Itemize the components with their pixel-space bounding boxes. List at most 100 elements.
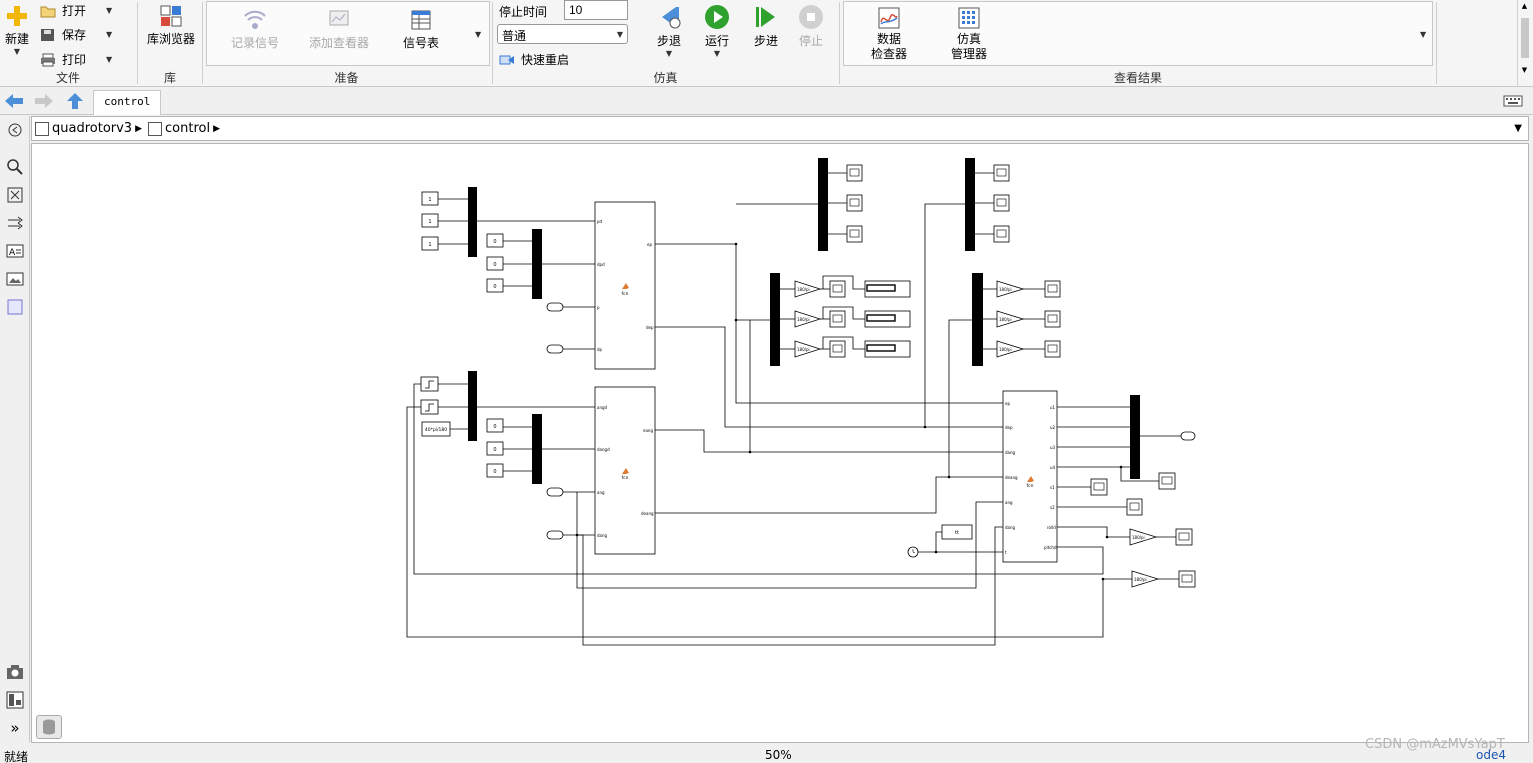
port-label: dpd	[597, 262, 605, 267]
run-label: 运行	[704, 34, 729, 48]
port-label: s2	[1050, 505, 1055, 510]
breadcrumb-item-quadrotorv3[interactable]: quadrotorv3 ▶	[35, 121, 142, 136]
port-label: dep	[646, 325, 654, 330]
hide-show-browser-icon[interactable]	[6, 121, 24, 139]
port-label: pd	[597, 219, 603, 224]
add-viewer-button[interactable]: 添加查看器	[303, 8, 375, 51]
port-label: dang	[597, 533, 608, 538]
keyboard-icon[interactable]	[1503, 95, 1523, 107]
open-label: 打开	[62, 4, 87, 18]
port-label: u3	[1050, 445, 1056, 450]
ribbon-scrollbar[interactable]: ▲ ▼	[1517, 0, 1531, 87]
gain-label: 180/pi	[999, 317, 1012, 322]
const-label: 0	[493, 262, 496, 268]
step-back-button[interactable]: 步退 ▼	[653, 4, 685, 58]
clock-icon	[907, 546, 919, 558]
solver-link[interactable]: ode4	[1476, 748, 1506, 762]
zoom-level[interactable]: 50%	[765, 748, 792, 762]
port-label: ep	[1005, 401, 1010, 406]
chevron-down-icon: ▼	[665, 49, 673, 58]
const-label: 0	[493, 284, 496, 290]
viewer-icon	[329, 10, 349, 26]
step-forward-button[interactable]: 步进	[750, 4, 782, 49]
signal-table-button[interactable]: 信号表	[391, 8, 451, 51]
status-bar: 就绪 50% CSDN @mAzMVsYapT ode4	[0, 737, 1533, 763]
scrollbar-thumb[interactable]	[1520, 18, 1529, 58]
zoom-icon[interactable]	[6, 158, 24, 176]
chevron-right-icon: ▶	[213, 123, 220, 134]
const-label: 1	[428, 242, 431, 248]
stop-label: 停止	[798, 34, 823, 48]
chevron-down-icon: ▼	[713, 49, 721, 58]
data-inspector-button[interactable]: 数据 检查器	[864, 6, 914, 62]
scroll-down-icon[interactable]: ▼	[1518, 66, 1531, 74]
image-icon[interactable]	[6, 270, 24, 288]
log-signals-button[interactable]: 记录信号	[225, 8, 285, 51]
stop-time-input[interactable]	[564, 0, 628, 20]
open-button[interactable]: 打开 ▼	[40, 2, 112, 19]
forward-arrow-icon[interactable]	[34, 93, 54, 109]
deg-const-label: 40*pi/180	[425, 427, 447, 433]
const-label: 1	[428, 197, 431, 203]
double-chevron-right-icon[interactable]: »	[6, 719, 24, 737]
port-label: u1	[1050, 405, 1056, 410]
const-label: 0	[493, 447, 496, 453]
up-arrow-icon[interactable]	[66, 92, 84, 110]
run-button[interactable]: 运行 ▼	[701, 4, 733, 58]
chevron-right-icon: ▶	[135, 123, 143, 134]
port-label: dp	[597, 347, 603, 352]
stop-icon	[799, 5, 823, 29]
breadcrumb-dropdown-icon[interactable]: ▼	[1514, 123, 1522, 134]
print-label: 打印	[62, 53, 87, 67]
matlab-function-blocks	[594, 201, 1058, 563]
gallery-expand-icon[interactable]: ▼	[475, 30, 481, 39]
wifi-signal-icon	[244, 10, 266, 29]
breadcrumb: quadrotorv3 ▶ control ▶ ▼	[31, 116, 1529, 141]
gallery-expand-icon[interactable]: ▼	[1420, 30, 1426, 39]
library-browser-button[interactable]: 库浏览器	[142, 4, 200, 47]
annotation-icon[interactable]: A	[6, 242, 24, 260]
chevron-down-icon: ▼	[106, 30, 113, 39]
port-label: u4	[1050, 465, 1056, 470]
model-browser-icon[interactable]	[6, 691, 24, 709]
print-button[interactable]: 打印 ▼	[40, 51, 112, 68]
data-inspector-label-line2: 检查器	[870, 47, 907, 61]
model-data-button[interactable]	[36, 715, 62, 739]
stop-button[interactable]: 停止	[795, 4, 827, 49]
library-group: 库浏览器 库	[138, 0, 202, 87]
port-label: pitchd	[1044, 545, 1057, 550]
camera-icon[interactable]	[6, 663, 24, 681]
simulation-manager-button[interactable]: 仿真 管理器	[944, 6, 994, 62]
save-button[interactable]: 保存 ▼	[40, 26, 112, 43]
library-browser-icon	[160, 5, 182, 27]
signal-arrow-icon[interactable]	[6, 214, 24, 232]
fast-restart-button[interactable]: 快速重启	[499, 51, 569, 68]
area-icon[interactable]	[6, 298, 24, 316]
back-arrow-icon[interactable]	[4, 93, 24, 109]
model-canvas[interactable]: 1 1 1 0 0 0 0 0 0 40*pi/180 tt fcn fcn f…	[31, 143, 1529, 743]
breadcrumb-item-control[interactable]: control ▶	[148, 121, 220, 136]
simulation-mode-select[interactable]: 普通 ▼	[497, 24, 628, 44]
status-text: 就绪	[4, 750, 29, 763]
prepare-group: 记录信号 添加查看器 信号表 ▼ 准备	[203, 0, 490, 87]
port-label: ang	[1005, 500, 1013, 505]
block-diagram: 1 1 1 0 0 0 0 0 0 40*pi/180 tt fcn fcn f…	[406, 158, 1196, 646]
review-group-label: 查看结果	[1113, 71, 1162, 85]
gain-label: 180/pi	[1134, 577, 1147, 582]
chevron-down-icon: ▼	[106, 6, 113, 15]
navigation-bar: control	[0, 88, 1533, 115]
scroll-up-icon[interactable]: ▲	[1518, 2, 1531, 10]
library-group-label: 库	[163, 71, 176, 85]
file-group: 新建 ▼ 打开 ▼ 保存 ▼ 打印 ▼ 文件	[0, 0, 136, 87]
log-signals-label: 记录信号	[230, 36, 279, 50]
new-button[interactable]: 新建 ▼	[3, 4, 31, 56]
constant-labels: 1 1 1 0 0 0 0 0 0 40*pi/180 tt	[425, 197, 959, 536]
gain-label: 180/pi	[797, 317, 810, 322]
port-label: dang	[1005, 525, 1016, 530]
tab-control[interactable]: control	[93, 90, 162, 115]
port-label: dangd	[597, 447, 610, 452]
model-icon	[35, 121, 49, 136]
port-labels: pd dpd p dp ep dep angd dangd ang dang e…	[597, 219, 1057, 555]
fcn-label: fcn	[1027, 483, 1034, 489]
fit-to-view-icon[interactable]	[6, 186, 24, 204]
